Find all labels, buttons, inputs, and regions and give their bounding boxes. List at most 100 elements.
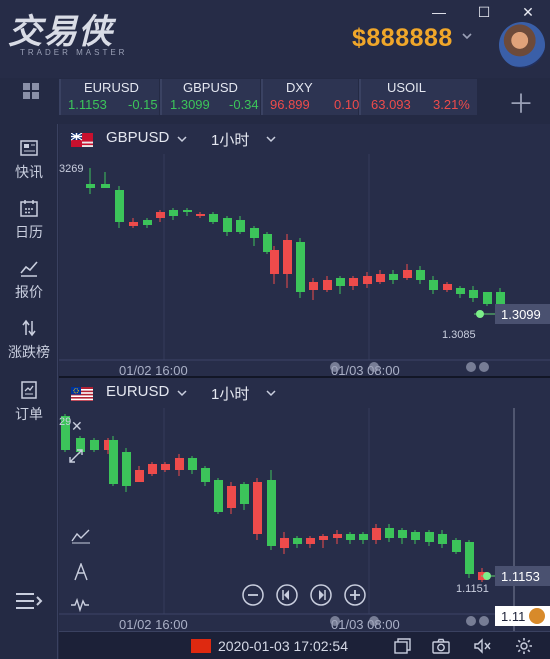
candle-body <box>429 280 438 290</box>
candle-body <box>263 234 272 252</box>
menu-expand-icon[interactable] <box>14 590 44 612</box>
zoom-in-button[interactable] <box>343 583 367 607</box>
candle-body <box>280 538 289 548</box>
high-price-label: 3269 <box>59 163 83 175</box>
candle-body <box>319 536 328 540</box>
mute-icon[interactable] <box>472 636 492 656</box>
candle-up <box>250 226 259 246</box>
sidebar: 快讯 日历 报价 涨跌榜 订单 <box>0 124 58 659</box>
scroll-right-button[interactable] <box>309 583 333 607</box>
candle-down <box>270 246 279 284</box>
candle-body <box>122 452 131 486</box>
minimize-button[interactable]: — <box>428 2 450 22</box>
candle-up <box>411 530 420 544</box>
quote-change: 0.10 <box>334 97 360 112</box>
candle-body <box>156 212 165 218</box>
maximize-button[interactable]: ☐ <box>473 2 495 22</box>
grid-menu-icon[interactable] <box>22 82 40 100</box>
last-price-dot <box>483 572 491 580</box>
candle-body <box>403 270 412 278</box>
status-bar: 2020-01-03 17:02:54 <box>59 631 550 659</box>
sidebar-item-quotes[interactable]: 报价 <box>0 258 58 302</box>
sidebar-item-orders[interactable]: 订单 <box>0 380 58 424</box>
quote-symbol: GBPUSD <box>183 80 238 95</box>
low-price-label: 1.1151 <box>456 583 489 595</box>
candle-body <box>236 220 245 232</box>
candle-down <box>280 532 289 554</box>
chart-panel-eurusd[interactable]: EURUSD 1小时 29 1.1151 1.1153 01/02 16:00 01/0… <box>59 378 550 631</box>
candle-body <box>372 528 381 540</box>
candle-up <box>188 456 197 474</box>
camera-icon[interactable] <box>431 636 451 656</box>
candle-body <box>135 470 144 482</box>
quote-card-dxy[interactable]: DXY 96.899 0.10 <box>261 79 360 115</box>
candle-body <box>227 486 236 508</box>
candlestick-chart-eurusd[interactable]: 29 1.1151 1.1153 01/02 16:00 01/03 08:00 1.11 <box>59 378 550 631</box>
candle-down <box>161 462 170 472</box>
updown-sort-icon <box>22 319 36 337</box>
scroll-left-button[interactable] <box>275 583 299 607</box>
sidebar-item-news[interactable]: 快讯 <box>0 138 58 182</box>
order-icon <box>21 381 37 399</box>
candle-up <box>416 266 425 284</box>
close-chart-icon[interactable]: ✕ <box>71 418 83 435</box>
quote-card-usoil[interactable]: USOIL 63.093 3.21% <box>359 79 477 115</box>
candle-up <box>389 270 398 284</box>
draw-tool-icon[interactable] <box>73 563 89 581</box>
low-price-label: 1.3085 <box>442 329 476 341</box>
candle-body <box>483 292 492 304</box>
logo-text: 交易侠 <box>8 13 113 51</box>
candle-down <box>376 270 385 284</box>
candlestick-chart-gbpusd[interactable]: 3269 1.3085 1.3099 01/02 16:00 01/03 08:00 <box>59 124 550 376</box>
indicator-icon[interactable] <box>71 528 91 544</box>
x-axis-label: 01/02 16:00 <box>119 617 188 631</box>
candle-down <box>349 276 358 290</box>
candle-up <box>385 524 394 542</box>
candle-down <box>227 482 236 514</box>
candle-body <box>376 274 385 282</box>
account-balance[interactable]: $888888 <box>352 24 453 53</box>
candle-down <box>283 234 292 288</box>
candle-up <box>240 482 249 510</box>
settings-gear-icon[interactable] <box>514 636 534 656</box>
quote-card-eurusd[interactable]: EURUSD 1.1153 -0.15 <box>59 79 159 115</box>
quote-trend-icon <box>20 261 38 277</box>
scroll-handle-dot <box>330 362 340 372</box>
quote-card-gbpusd[interactable]: GBPUSD 1.3099 -0.34 <box>160 79 260 115</box>
sidebar-item-calendar[interactable]: 日历 <box>0 198 58 242</box>
chart-panel-gbpusd[interactable]: GBPUSD 1小时 3269 1.3085 1.3099 01/02 16:00 01… <box>59 124 550 376</box>
status-datetime: 2020-01-03 17:02:54 <box>218 638 348 654</box>
layout-icon[interactable] <box>392 636 412 656</box>
wave-tool-icon[interactable] <box>70 598 90 612</box>
x-axis-label: 01/03 08:00 <box>331 617 400 631</box>
balance-dropdown-icon[interactable] <box>460 29 474 43</box>
candle-up <box>169 208 178 220</box>
scroll-handle-dot <box>369 616 379 626</box>
candle-body <box>336 278 345 286</box>
candle-up <box>398 528 407 544</box>
candle-down <box>333 530 342 544</box>
alarm-clock-icon <box>529 608 545 624</box>
candle-up <box>465 540 474 578</box>
candle-body <box>306 538 315 544</box>
high-price-label: 29 <box>59 416 71 428</box>
zoom-out-button[interactable] <box>241 583 265 607</box>
candle-up <box>214 478 223 514</box>
candle-body <box>416 270 425 280</box>
candle-up <box>236 216 245 234</box>
candle-down <box>372 524 381 544</box>
sidebar-item-movers[interactable]: 涨跌榜 <box>0 318 58 362</box>
candle-body <box>359 534 368 540</box>
candle-body <box>115 190 124 222</box>
candle-up <box>115 186 124 228</box>
candle-up <box>183 208 192 216</box>
scroll-handle-dot <box>369 362 379 372</box>
close-button[interactable]: ✕ <box>517 2 539 22</box>
add-quote-button[interactable]: ＋ <box>508 84 534 121</box>
candle-up <box>429 276 438 294</box>
expand-chart-icon[interactable] <box>68 448 84 464</box>
x-axis-label: 01/02 16:00 <box>119 363 188 376</box>
last-price-dot <box>476 310 484 318</box>
user-avatar[interactable] <box>499 22 545 68</box>
quote-symbol: DXY <box>286 80 313 95</box>
